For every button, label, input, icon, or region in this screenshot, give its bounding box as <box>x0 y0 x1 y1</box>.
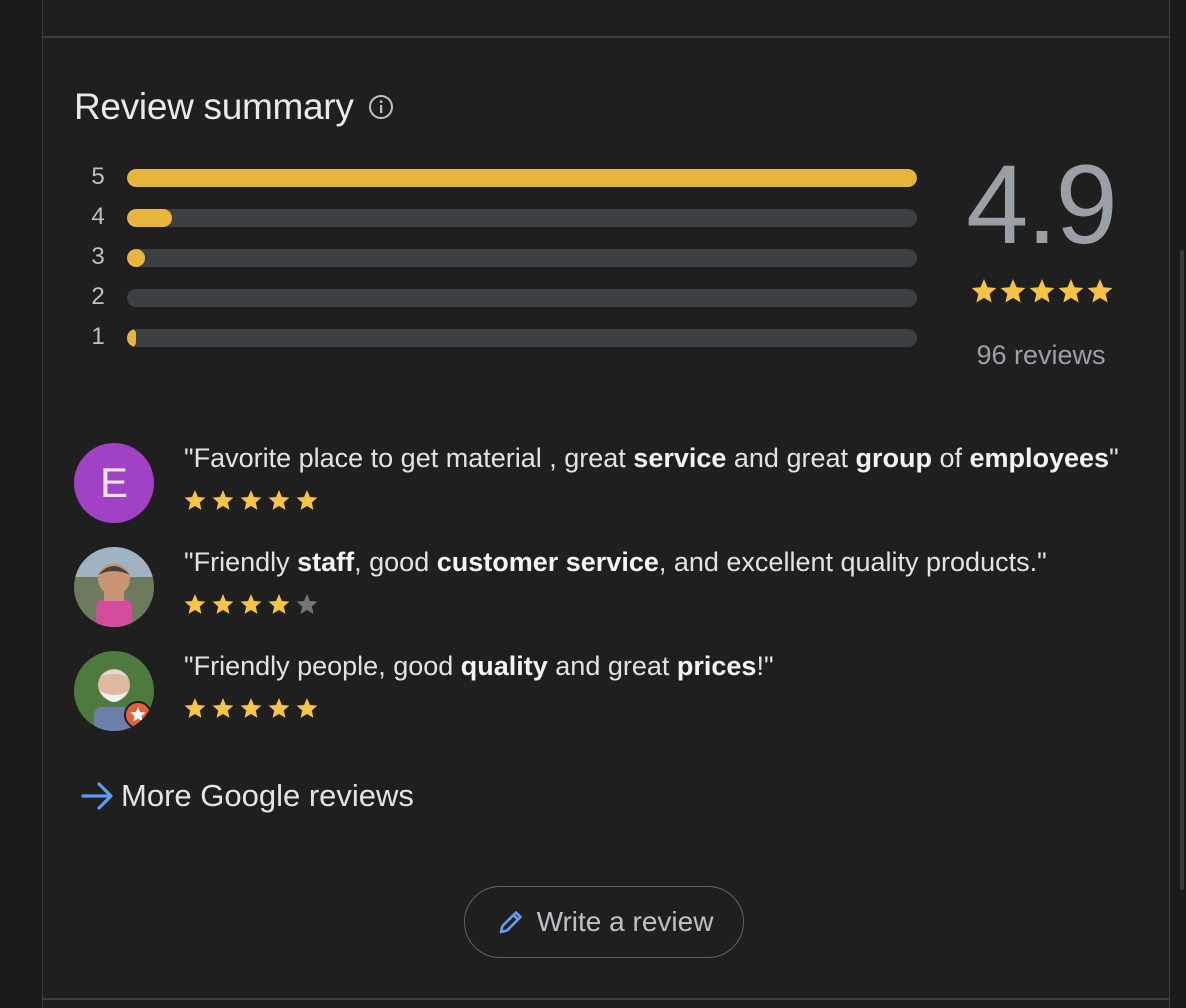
star-icon <box>296 698 318 718</box>
divider <box>43 998 1169 1000</box>
highlighted-keyword: staff <box>297 547 355 577</box>
highlighted-keyword: prices <box>676 651 757 681</box>
star-icon <box>268 490 290 510</box>
histogram-label: 1 <box>91 323 105 350</box>
more-google-reviews-label: More Google reviews <box>121 778 414 813</box>
histogram-row-2[interactable]: 2 <box>87 280 919 320</box>
histogram-fill <box>127 169 917 187</box>
pencil-icon <box>499 911 522 934</box>
histogram-track <box>127 209 917 227</box>
star-icon <box>268 594 290 614</box>
write-review-label: Write a review <box>536 906 714 937</box>
review-stars <box>184 490 318 510</box>
divider <box>43 36 1169 38</box>
histogram-track <box>127 169 917 187</box>
scrollbar-thumb[interactable] <box>1180 250 1184 890</box>
star-icon <box>212 594 234 614</box>
histogram-fill <box>127 249 146 267</box>
review-summary-panel: Review summary 5 4 3 2 1 4.9 96 reviews E "Fa… <box>43 0 1169 1008</box>
star-icon <box>240 698 262 718</box>
star-icon <box>1058 279 1084 303</box>
review-quote: "Favorite place to get material , great … <box>184 443 1119 474</box>
avatar <box>74 651 154 731</box>
review-snippet[interactable]: "Friendly people, good quality and great… <box>74 651 1154 741</box>
review-stars <box>184 594 318 614</box>
histogram-track <box>127 289 917 307</box>
star-icon <box>184 594 206 614</box>
star-icon <box>1000 279 1026 303</box>
star-icon <box>240 594 262 614</box>
histogram-row-4[interactable]: 4 <box>87 200 919 240</box>
star-icon <box>971 279 997 303</box>
average-rating-stars <box>971 279 1113 303</box>
histogram-label: 2 <box>91 283 105 310</box>
histogram-label: 5 <box>91 163 105 190</box>
quote-text: " <box>1109 443 1119 473</box>
star-icon <box>184 698 206 718</box>
highlighted-keyword: group <box>855 443 932 473</box>
star-icon <box>1087 279 1113 303</box>
quote-text: "Favorite place to get material , great <box>184 443 634 473</box>
quote-text: , and excellent quality products." <box>658 547 1047 577</box>
arrow-right-icon <box>81 782 113 810</box>
histogram-label: 3 <box>91 243 105 270</box>
avatar <box>74 547 154 627</box>
quote-text: "Friendly <box>184 547 298 577</box>
star-icon <box>212 490 234 510</box>
more-google-reviews-link[interactable]: More Google reviews <box>79 776 414 816</box>
info-icon[interactable] <box>367 93 395 121</box>
histogram-fill <box>127 329 136 347</box>
review-quote: "Friendly staff, good customer service, … <box>184 547 1047 578</box>
right-scrollbar[interactable] <box>1169 0 1186 1008</box>
avatar: E <box>74 443 154 523</box>
review-snippet[interactable]: "Friendly staff, good customer service, … <box>74 547 1154 637</box>
rating-histogram: 5 4 3 2 1 <box>87 160 919 360</box>
quote-text: and great <box>726 443 856 473</box>
quote-text: and great <box>547 651 677 681</box>
average-rating: 4.9 <box>966 142 1118 267</box>
highlighted-keyword: service <box>633 443 727 473</box>
histogram-row-1[interactable]: 1 <box>87 320 919 360</box>
star-icon <box>212 698 234 718</box>
histogram-label: 4 <box>91 203 105 230</box>
star-icon <box>268 698 290 718</box>
star-icon <box>184 490 206 510</box>
star-icon <box>296 490 318 510</box>
histogram-fill <box>127 209 173 227</box>
highlighted-keyword: quality <box>460 651 548 681</box>
histogram-track <box>127 329 917 347</box>
quote-text: "Friendly people, good <box>184 651 461 681</box>
star-icon <box>240 490 262 510</box>
avatar-letter: E <box>74 443 154 523</box>
review-snippet[interactable]: E "Favorite place to get material , great… <box>74 443 1154 533</box>
quote-text: , good <box>354 547 437 577</box>
review-quote: "Friendly people, good quality and great… <box>184 651 774 682</box>
star-icon <box>296 594 318 614</box>
section-title: Review summary <box>74 86 354 127</box>
review-count-link[interactable]: 96 reviews <box>961 340 1121 371</box>
review-stars <box>184 698 318 718</box>
quote-text: !" <box>756 651 774 681</box>
quote-text: of <box>931 443 970 473</box>
histogram-track <box>127 249 917 267</box>
star-icon <box>1029 279 1055 303</box>
page: Review summary 5 4 3 2 1 4.9 96 reviews E "Fa… <box>0 0 1186 1008</box>
histogram-row-5[interactable]: 5 <box>87 160 919 200</box>
histogram-row-3[interactable]: 3 <box>87 240 919 280</box>
avatar-photo <box>74 651 154 731</box>
write-review-button[interactable]: Write a review <box>464 886 744 958</box>
avatar-photo <box>74 547 154 627</box>
highlighted-keyword: customer service <box>436 547 659 577</box>
left-edge <box>0 0 43 1008</box>
highlighted-keyword: employees <box>969 443 1110 473</box>
